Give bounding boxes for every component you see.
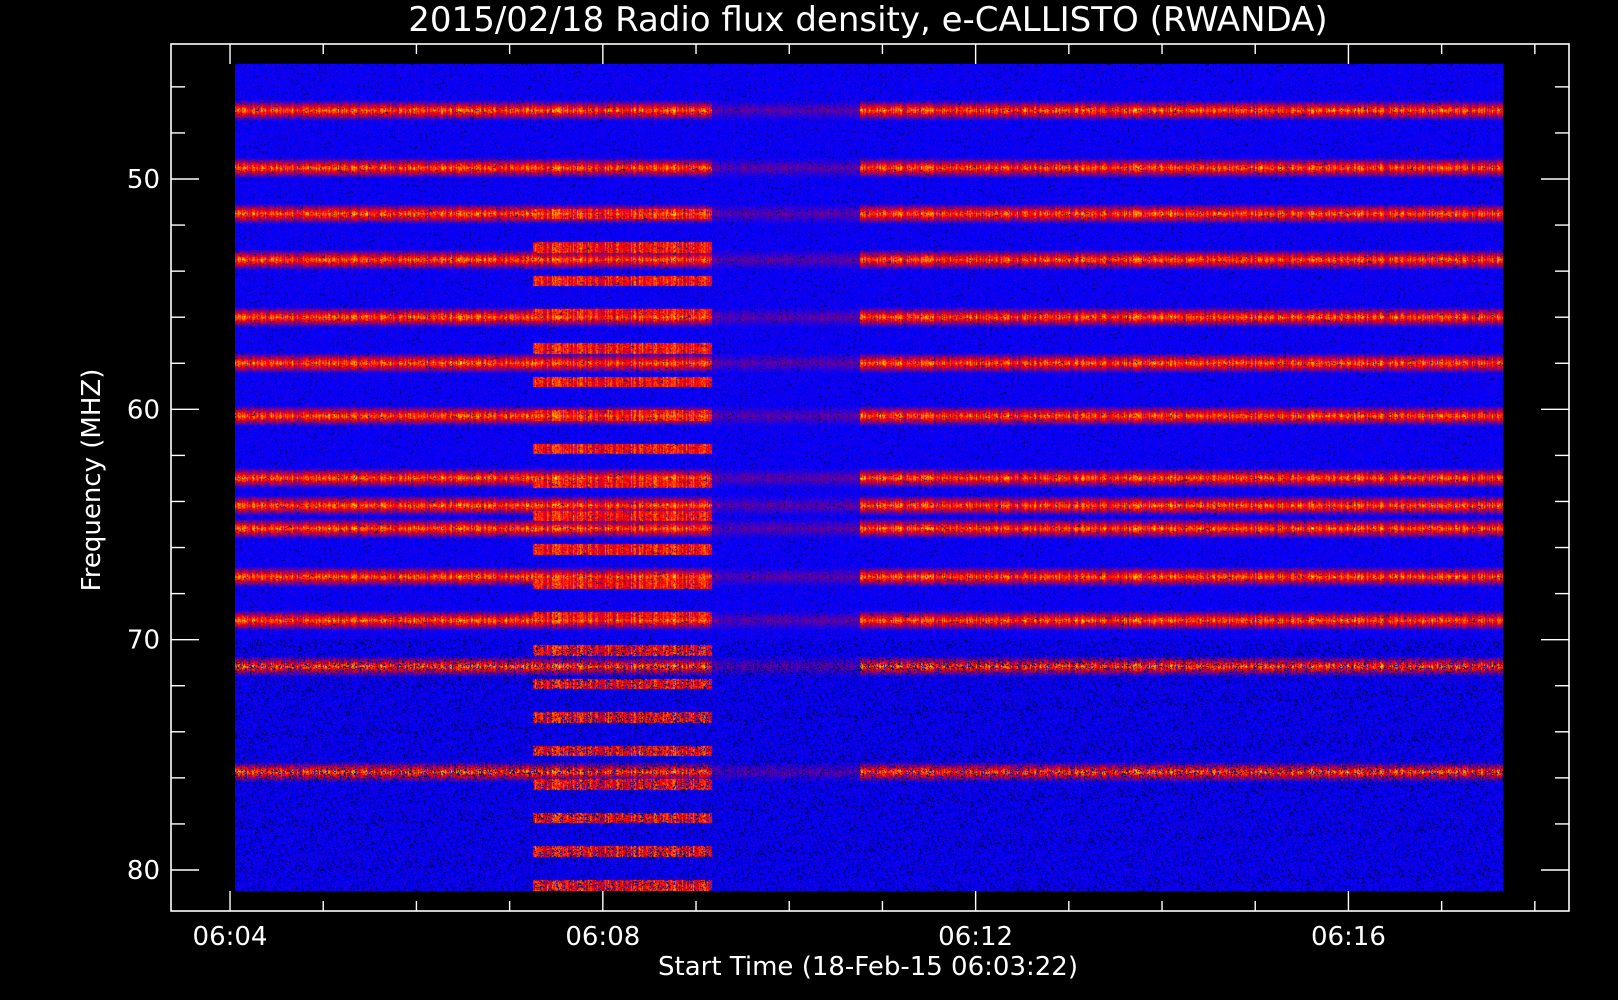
y-tick-label: 50: [127, 165, 160, 195]
y-tick-label: 80: [127, 856, 160, 886]
x-axis-label: Start Time (18-Feb-15 06:03:22): [658, 952, 1078, 982]
x-tick-label: 06:12: [938, 922, 1013, 952]
y-tick-label: 70: [127, 626, 160, 656]
y-axis-label: Frequency (MHZ): [77, 369, 107, 592]
spectrogram-chart: 2015/02/18 Radio flux density, e-CALLIST…: [0, 0, 1618, 1000]
chart-title: 2015/02/18 Radio flux density, e-CALLIST…: [408, 0, 1327, 40]
x-tick-label: 06:16: [1311, 922, 1386, 952]
x-tick-label: 06:04: [193, 922, 268, 952]
spectrogram-image: [235, 64, 1503, 891]
y-tick-label: 60: [127, 395, 160, 425]
x-tick-label: 06:08: [565, 922, 640, 952]
spectrogram-heatmap: [235, 64, 1503, 891]
